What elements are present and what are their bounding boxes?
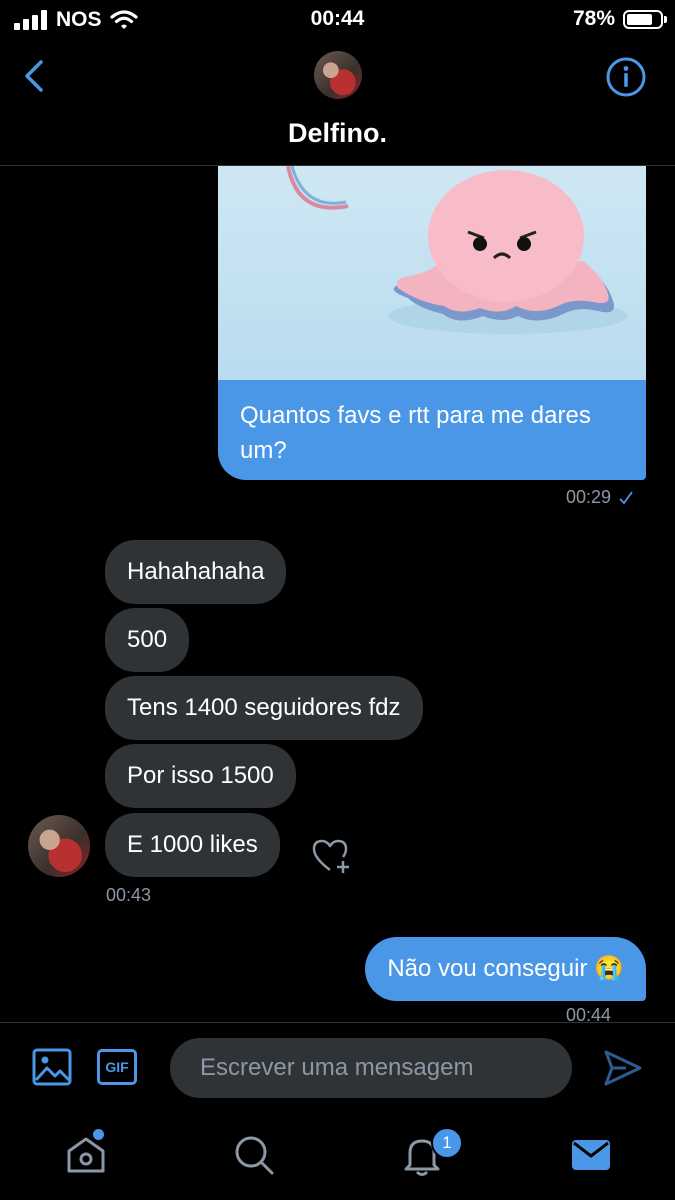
gif-icon: GIF: [105, 1059, 129, 1075]
message-meta: 00:44: [566, 1008, 611, 1022]
contact-avatar[interactable]: [314, 51, 362, 99]
check-icon: [619, 490, 633, 504]
info-icon[interactable]: [605, 56, 647, 98]
message-input[interactable]: [170, 1038, 572, 1098]
conversation-header: Delfino.: [0, 40, 675, 166]
status-bar: NOS 00:44 78%: [0, 0, 675, 40]
battery-icon: [623, 9, 667, 29]
sender-avatar[interactable]: [28, 815, 90, 877]
home-activity-dot: [93, 1129, 104, 1140]
contact-name[interactable]: Delfino.: [0, 118, 675, 149]
message-time: 00:29: [566, 487, 612, 507]
message-bubble-received[interactable]: Tens 1400 seguidores fdz: [105, 676, 423, 740]
image-icon[interactable]: [32, 1047, 72, 1087]
message-time: 00:43: [106, 885, 152, 905]
message-bubble-sent[interactable]: Não vou conseguir 😭: [365, 937, 646, 1001]
heart-plus-icon[interactable]: [310, 836, 352, 876]
send-icon[interactable]: [602, 1047, 644, 1089]
message-meta: 00:29: [566, 487, 633, 508]
octopus-plush-image: [286, 166, 628, 334]
tab-bar: 1: [0, 1115, 675, 1200]
home-icon[interactable]: [64, 1133, 108, 1177]
notification-badge: 1: [431, 1127, 463, 1159]
mail-icon[interactable]: [569, 1133, 613, 1177]
gif-button[interactable]: GIF: [97, 1049, 137, 1085]
message-time: 00:44: [566, 1008, 612, 1022]
battery-percent: 78%: [572, 7, 615, 30]
message-bubble-sent[interactable]: Quantos favs e rtt para me dares um?: [218, 380, 646, 480]
message-bubble-received[interactable]: E 1000 likes: [105, 813, 280, 877]
message-image[interactable]: [218, 166, 646, 380]
message-bubble-received[interactable]: Hahahahaha: [105, 540, 287, 604]
back-icon[interactable]: [16, 56, 56, 96]
message-bubble-received[interactable]: 500: [105, 608, 190, 672]
message-composer: GIF: [0, 1022, 675, 1115]
search-icon[interactable]: [232, 1133, 276, 1177]
message-bubble-received[interactable]: Por isso 1500: [105, 744, 296, 808]
